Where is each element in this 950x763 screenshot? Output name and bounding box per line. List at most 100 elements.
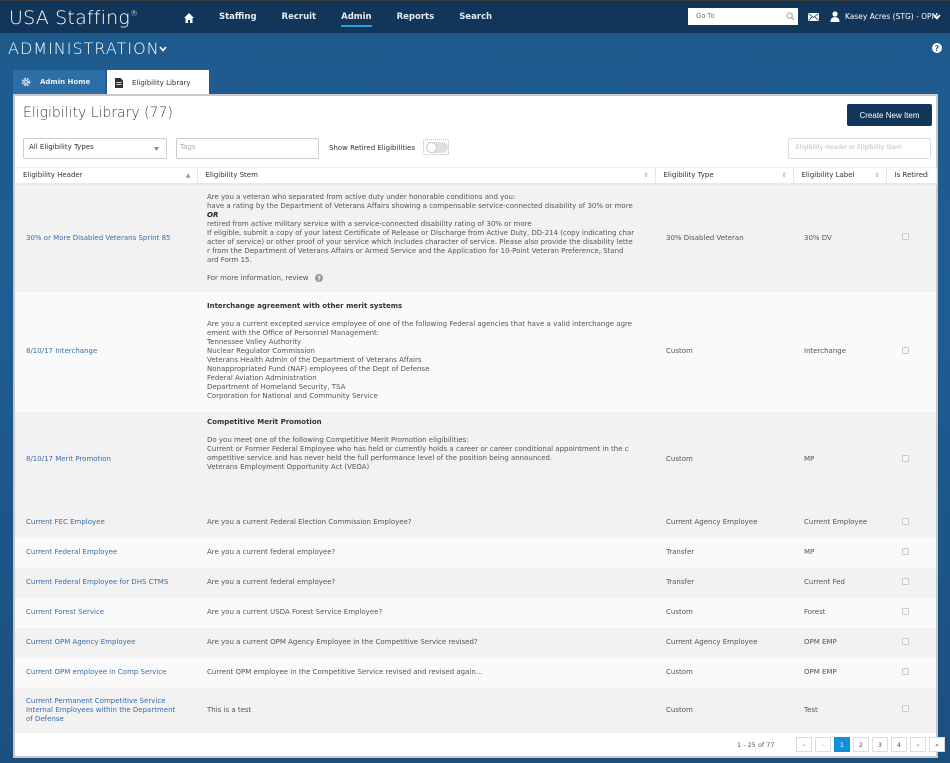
stem-title: Interchange agreement with other merit s… [207, 302, 403, 310]
table-row: Current OPM employee in Comp Service Cur… [15, 657, 936, 688]
is-retired-checkbox[interactable] [902, 705, 909, 712]
show-retired-label: Show Retired Eligibilities [329, 144, 415, 152]
is-retired-checkbox[interactable] [902, 607, 909, 615]
table-row: 8/10/17 Merit Promotion Competitive Meri… [15, 411, 936, 508]
logo-text: USA Staffing [9, 7, 131, 29]
help-icon[interactable]: ? [932, 43, 942, 53]
eligibility-header-link[interactable]: Current OPM Agency Employee [15, 627, 197, 658]
stem-line: If eligible, submit a copy of your lates… [207, 229, 635, 237]
eligibility-label: MP [793, 411, 886, 508]
section-title[interactable]: ADMINISTRATION [8, 39, 160, 58]
is-retired-checkbox[interactable] [902, 637, 909, 645]
stem-line: Department of Homeland Security, TSA [207, 383, 346, 391]
eligibility-type: Transfer [655, 537, 793, 568]
chevron-down-icon[interactable] [159, 46, 167, 52]
table-row: Current FEC Employee Are you a current F… [15, 507, 936, 538]
column-eligibility-header[interactable]: Eligibility Header ▲ [15, 167, 198, 185]
eligibility-header-link[interactable]: Current Federal Employee [15, 537, 197, 568]
stem-line: Veterans Employment Opportunity Act (VEO… [207, 462, 370, 471]
prev-page-button[interactable]: ‹ [815, 737, 831, 752]
is-retired-checkbox[interactable] [902, 547, 909, 555]
next-page-button[interactable]: › [910, 737, 926, 752]
eligibility-header-link[interactable]: 8/10/17 Interchange [15, 291, 197, 412]
chevron-down-icon[interactable] [933, 14, 941, 20]
tags-input[interactable]: Tags [176, 138, 319, 159]
is-retired-cell [886, 537, 936, 568]
tab-admin-home[interactable]: Admin Home [13, 70, 105, 94]
show-retired-toggle[interactable] [423, 139, 449, 155]
eligibility-header-link[interactable]: Current FEC Employee [15, 507, 197, 538]
eligibility-type: Transfer [655, 567, 793, 598]
svg-text:?: ? [935, 44, 940, 53]
first-page-button[interactable]: « [796, 737, 812, 752]
page-1-button[interactable]: 1 [834, 737, 850, 752]
is-retired-cell [886, 627, 936, 658]
nav-admin[interactable]: Admin [341, 12, 372, 27]
is-retired-checkbox[interactable] [902, 667, 909, 675]
tab-label: Eligibility Library [132, 78, 191, 87]
mail-icon[interactable] [808, 13, 819, 21]
column-eligibility-stem[interactable]: Eligibility Stem ⇕ [197, 167, 656, 185]
pagination-info: 1 - 25 of 77 [737, 741, 775, 749]
header-line: of Defense [26, 714, 64, 723]
page-2-button[interactable]: 2 [853, 737, 869, 752]
column-eligibility-label[interactable]: Eligibility Label ⇕ [793, 167, 887, 185]
eligibility-type: Custom [655, 597, 793, 628]
header-line: Internal Employees within the Department [26, 705, 176, 714]
sort-icon: ⇕ [643, 172, 649, 179]
eligibility-type: 30% Disabled Veteran [655, 183, 793, 292]
stem-line: Tennessee Valley Authority [207, 338, 302, 346]
stem-title: Competitive Merit Promotion [207, 417, 322, 426]
table-row: Current OPM Agency Employee Are you a cu… [15, 627, 936, 658]
nav-staffing[interactable]: Staffing [219, 12, 257, 24]
table-row: Current Federal Employee Are you a curre… [15, 537, 936, 568]
create-new-item-button[interactable]: Create New Item [847, 104, 932, 126]
goto-input[interactable] [688, 8, 798, 25]
tab-eligibility-library[interactable]: Eligibility Library [107, 70, 209, 95]
nav-recruit[interactable]: Recruit [282, 12, 317, 24]
main-nav: Staffing Recruit Admin Reports Search [180, 1, 517, 34]
eligibility-header-link[interactable]: Current OPM employee in Comp Service [15, 657, 197, 688]
eligibility-stem: Are you a current federal employee? [197, 537, 655, 568]
eligibility-type-select[interactable]: All Eligibility Types [23, 138, 167, 159]
stem-line: retired from active military service wit… [207, 220, 532, 228]
eligibility-header-link[interactable]: Current Permanent Competitive Service In… [15, 687, 197, 733]
is-retired-checkbox[interactable] [902, 577, 909, 585]
page-3-button[interactable]: 3 [872, 737, 888, 752]
eligibility-label: 30% DV [793, 183, 886, 292]
header-line: Current Permanent Competitive Service [26, 696, 166, 705]
eligibility-stem: This is a test [197, 687, 655, 733]
stem-line: For more information, review? [207, 274, 644, 283]
table-row: Current Permanent Competitive Service In… [15, 687, 936, 733]
app-logo[interactable]: USA Staffing® [9, 7, 138, 29]
stem-line: have a rating by the Department of Veter… [207, 202, 633, 210]
last-page-button[interactable]: » [929, 737, 945, 752]
eligibility-header-link[interactable]: Current Forest Service [15, 597, 197, 628]
column-eligibility-type[interactable]: Eligibility Type ⇕ [655, 167, 794, 185]
eligibility-header-link[interactable]: Current Federal Employee for DHS CTMS [15, 567, 197, 598]
is-retired-cell [886, 657, 936, 688]
is-retired-cell [886, 411, 936, 508]
is-retired-checkbox[interactable] [902, 454, 909, 462]
user-menu[interactable]: Kasey Acres (STG) - OPM [845, 12, 938, 21]
stem-line: Do you meet one of the following Competi… [207, 435, 469, 444]
user-icon[interactable] [830, 11, 840, 22]
is-retired-cell [886, 567, 936, 598]
column-label: Eligibility Header [23, 171, 83, 180]
is-retired-checkbox[interactable] [902, 517, 909, 525]
column-is-retired[interactable]: Is Retired ⇕ [886, 167, 937, 185]
is-retired-checkbox[interactable] [902, 346, 909, 354]
eligibility-header-link[interactable]: 8/10/17 Merit Promotion [15, 411, 197, 508]
eligibility-header-link[interactable]: 30% or More Disabled Veterans Sprint 85 [15, 183, 197, 292]
stem-line: Are you a current excepted service emplo… [207, 320, 633, 328]
header-stem-filter-input[interactable]: Eligibility Header or Eligibility Stem [788, 138, 931, 159]
is-retired-checkbox[interactable] [902, 233, 909, 240]
nav-reports[interactable]: Reports [397, 12, 435, 24]
search-icon[interactable] [786, 12, 795, 21]
help-icon[interactable]: ? [314, 274, 323, 282]
stem-line: ompetitive service and has never held th… [207, 453, 553, 462]
page-4-button[interactable]: 4 [891, 737, 907, 752]
nav-search[interactable]: Search [459, 12, 492, 24]
home-icon[interactable] [183, 12, 195, 24]
